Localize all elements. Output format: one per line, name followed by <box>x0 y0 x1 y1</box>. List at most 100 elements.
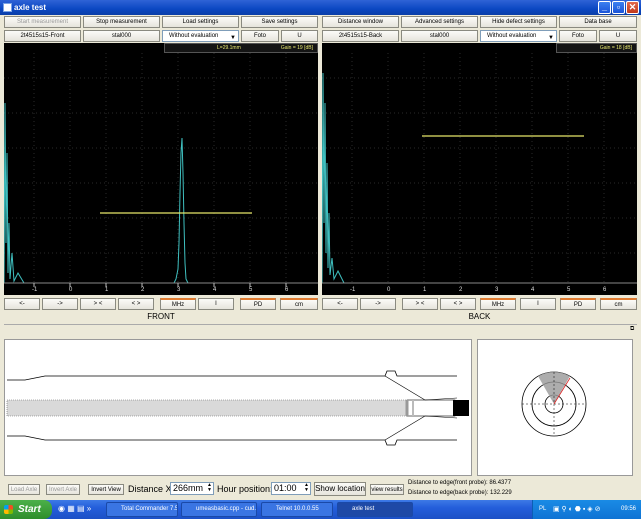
distance-x-value: 266mm <box>173 483 204 493</box>
front-tick-label: 4 <box>213 287 217 293</box>
back-label: BACK <box>468 312 491 321</box>
task-total-commander[interactable]: Total Commander 7.5... <box>106 502 178 517</box>
load-axle-button[interactable]: Load Axle <box>8 484 40 495</box>
hour-position-value: 01:00 <box>274 483 297 493</box>
front-u-button[interactable]: U <box>281 30 318 42</box>
back-tick-label: 5 <box>567 287 571 293</box>
front-tick-label: 2 <box>141 287 145 293</box>
back-tick-label: -1 <box>350 287 356 293</box>
front-shift-right-button[interactable]: -> <box>42 298 78 310</box>
windows-logo-icon <box>4 505 13 514</box>
show-location-button[interactable]: Show location <box>314 482 366 496</box>
front-tick-label: 3 <box>177 287 181 293</box>
back-zoom-out-button[interactable]: < > <box>440 298 476 310</box>
chevron-down-icon: ▼ <box>230 35 236 41</box>
back-pd-button[interactable]: PD <box>560 298 596 310</box>
distance-x-label: Distance X: <box>128 484 175 494</box>
front-ascan[interactable]: L=29.1mm Gain = 19 [dB] -1 0 1 2 3 4 5 6 <box>4 43 318 295</box>
tray-icons[interactable]: ▣ ⚲ ◐ ⬣ ▪ ◈ ⊘ <box>553 500 600 519</box>
back-tick-label: 2 <box>459 287 463 293</box>
back-evaluation-select[interactable]: Without evaluation ▼ <box>480 30 557 42</box>
start-measurement-button[interactable]: Start measurement <box>4 16 81 28</box>
distance-x-field[interactable]: 266mm ▲ ▼ <box>170 482 214 495</box>
system-tray: PL ▣ ⚲ ◐ ⬣ ▪ ◈ ⊘ 09:56 <box>532 500 641 519</box>
front-shift-left-button[interactable]: <- <box>4 298 40 310</box>
front-zoom-out-button[interactable]: < > <box>118 298 154 310</box>
back-tick-label: 1 <box>423 287 427 293</box>
front-tick-label: 0 <box>69 287 73 293</box>
distance-window-button[interactable]: Distance window <box>322 16 399 28</box>
back-ascan[interactable]: Gain = 18 [dB] -1 0 1 2 3 4 5 6 <box>322 43 637 295</box>
front-tick-label: -1 <box>32 287 38 293</box>
minimize-icon[interactable]: _ <box>598 1 611 14</box>
maximize-icon[interactable]: ▫ <box>612 1 625 14</box>
back-mhz-button[interactable]: MHz <box>480 298 516 310</box>
data-base-button[interactable]: Data base <box>559 16 637 28</box>
back-shift-right-button[interactable]: -> <box>360 298 396 310</box>
back-tick-label: 0 <box>387 287 391 293</box>
back-evaluation-value: Without evaluation <box>487 33 537 39</box>
front-evaluation-select[interactable]: Without evaluation ▼ <box>162 30 239 42</box>
front-foto-button[interactable]: Foto <box>241 30 279 42</box>
front-evaluation-value: Without evaluation <box>169 33 219 39</box>
back-zoom-in-button[interactable]: > < <box>402 298 438 310</box>
axle-drawing[interactable] <box>4 339 472 476</box>
language-indicator[interactable]: PL <box>539 500 546 519</box>
back-tick-label: 6 <box>603 287 607 293</box>
app-icon <box>3 3 12 12</box>
distance-front-readout: Distance to edge(front probe): 86.4377 <box>408 480 512 486</box>
hide-defect-settings-button[interactable]: Hide defect settings <box>480 16 557 28</box>
title-bar: axle test _ ▫ ✕ <box>0 0 641 15</box>
front-zoom-in-button[interactable]: > < <box>80 298 116 310</box>
front-cm-button[interactable]: cm <box>280 298 318 310</box>
close-icon[interactable]: ✕ <box>626 1 639 14</box>
divider <box>4 324 637 325</box>
front-mhz-button[interactable]: MHz <box>160 298 196 310</box>
back-foto-button[interactable]: Foto <box>559 30 597 42</box>
load-settings-button[interactable]: Load settings <box>162 16 239 28</box>
hour-position-field[interactable]: 01:00 ▲ ▼ <box>271 482 311 495</box>
back-material-button[interactable]: stal000 <box>401 30 478 42</box>
view-results-button[interactable]: view results <box>370 484 404 495</box>
axle-profile <box>6 370 469 446</box>
back-probe-button[interactable]: 2t4515s15-Back <box>322 30 399 42</box>
front-signal-plot <box>4 53 318 287</box>
task-axle-test[interactable]: axle test <box>337 502 413 517</box>
quick-launch[interactable]: ◉ ▦ ▤ » <box>58 504 102 515</box>
hour-position-label: Hour position: <box>217 484 273 494</box>
cross-section-view[interactable] <box>477 339 633 476</box>
chevron-down-icon: ▼ <box>548 35 554 41</box>
taskbar: Start ◉ ▦ ▤ » Total Commander 7.5... ume… <box>0 500 641 519</box>
spinner-icon[interactable]: ▲ ▼ <box>304 483 309 493</box>
front-i-button[interactable]: I <box>198 298 234 310</box>
front-tick-label: 6 <box>285 287 289 293</box>
advanced-settings-button[interactable]: Advanced settings <box>401 16 478 28</box>
front-probe-button[interactable]: 2t4515s15-Front <box>4 30 81 42</box>
invert-view-button[interactable]: Invert View <box>88 484 124 495</box>
save-settings-button[interactable]: Save settings <box>241 16 318 28</box>
stop-measurement-button[interactable]: Stop measurement <box>83 16 160 28</box>
back-u-button[interactable]: U <box>599 30 637 42</box>
back-tick-label: 3 <box>495 287 499 293</box>
start-label: Start <box>18 504 41 515</box>
back-signal-plot <box>322 53 637 284</box>
restore-icon[interactable]: ⧉ <box>630 326 634 333</box>
back-cm-button[interactable]: cm <box>600 298 637 310</box>
invert-axle-button[interactable]: Invert Axle <box>46 484 80 495</box>
back-tick-label: 4 <box>531 287 535 293</box>
back-i-button[interactable]: I <box>520 298 556 310</box>
task-umeasbasic[interactable]: umeasbasic.cpp - cud... <box>181 502 257 517</box>
start-button[interactable]: Start <box>0 500 52 519</box>
clock: 09:56 <box>620 506 636 512</box>
distance-back-readout: Distance to edge(back probe): 132.229 <box>408 490 512 496</box>
front-pd-button[interactable]: PD <box>240 298 276 310</box>
cross-section-diagram <box>521 371 587 437</box>
front-tick-label: 1 <box>105 287 109 293</box>
back-shift-left-button[interactable]: <- <box>322 298 358 310</box>
front-label: FRONT <box>147 312 175 321</box>
task-telnet[interactable]: Telnet 10.0.0.55 <box>261 502 333 517</box>
window-title: axle test <box>14 3 47 12</box>
front-tick-label: 5 <box>249 287 253 293</box>
spinner-icon[interactable]: ▲ ▼ <box>207 483 212 493</box>
front-material-button[interactable]: stal000 <box>83 30 160 42</box>
